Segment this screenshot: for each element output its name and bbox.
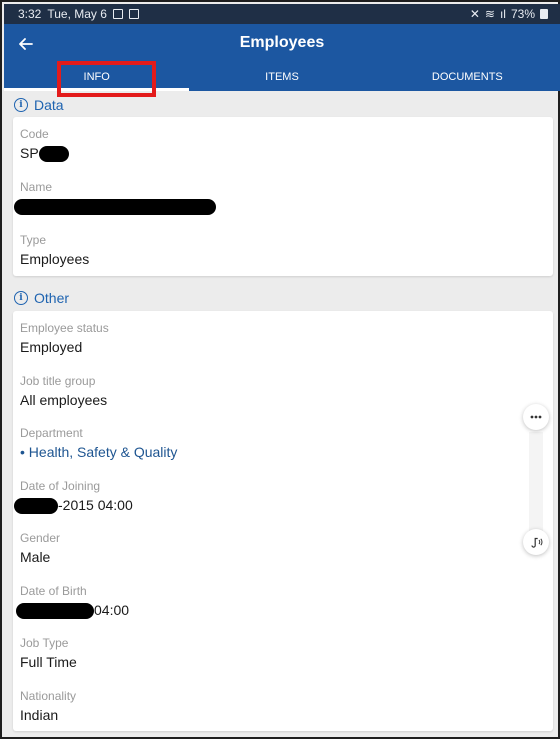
- data-card: Code SP Name Type Employees: [13, 117, 553, 276]
- field-value-job-type: Full Time: [20, 654, 77, 670]
- other-card: Employee status Employed Job title group…: [13, 311, 553, 731]
- signal-icon: ıl: [499, 7, 506, 21]
- more-options-button[interactable]: [523, 404, 549, 430]
- field-date-of-joining: Date of Joining -2015 04:00: [14, 479, 133, 515]
- field-value-name: [14, 198, 216, 216]
- audio-icon: [531, 537, 543, 548]
- side-panel-handle[interactable]: [529, 432, 543, 532]
- field-nationality: Nationality Indian: [20, 689, 76, 723]
- field-label-name: Name: [20, 180, 53, 194]
- redaction-bar: [14, 498, 58, 515]
- field-gender: Gender Male: [20, 531, 60, 565]
- date-of-birth-text: 04:00: [94, 602, 130, 618]
- field-date-of-birth: Date of Birth 04:00: [16, 584, 130, 620]
- status-bar: 3:32 Tue, May 6 ✕ ≋ ıl 73%: [4, 4, 560, 24]
- department-link[interactable]: • Health, Safety & Quality: [20, 444, 177, 460]
- field-value-type: Employees: [20, 251, 90, 267]
- tab-info[interactable]: INFO: [4, 64, 190, 91]
- field-value-job-title-group: All employees: [20, 392, 108, 408]
- redaction-bar: [16, 603, 94, 620]
- field-value-nationality: Indian: [20, 707, 59, 723]
- wifi-icon: ≋: [484, 7, 495, 21]
- field-label-date-of-joining: Date of Joining: [20, 479, 101, 493]
- notification-icon: [128, 9, 139, 19]
- battery-level: 73%: [510, 7, 535, 21]
- status-date: Tue, May 6: [47, 7, 107, 21]
- redaction-bar: [38, 146, 69, 163]
- section-title-data: Data: [34, 97, 64, 113]
- field-label-date-of-birth: Date of Birth: [20, 584, 87, 598]
- section-header-other[interactable]: i Other: [14, 288, 69, 308]
- field-label-job-title-group: Job title group: [20, 374, 96, 388]
- audio-button[interactable]: [523, 529, 549, 555]
- field-value-date-of-birth: 04:00: [16, 602, 130, 620]
- field-label-nationality: Nationality: [20, 689, 77, 703]
- more-dots-icon: [530, 415, 542, 419]
- date-of-joining-text: -2015 04:00: [58, 497, 133, 513]
- field-label-gender: Gender: [20, 531, 61, 545]
- tab-bar: INFO ITEMS DOCUMENTS: [4, 64, 560, 91]
- field-employee-status: Employee status Employed: [20, 321, 109, 355]
- field-code: Code SP: [20, 127, 69, 163]
- field-value-gender: Male: [20, 549, 51, 565]
- info-icon: i: [14, 291, 28, 305]
- field-value-employee-status: Employed: [20, 339, 83, 355]
- status-time: 3:32: [18, 7, 42, 21]
- app-bar: Employees: [4, 24, 560, 64]
- section-title-other: Other: [34, 290, 70, 306]
- image-icon: [112, 9, 123, 19]
- app-frame: 3:32 Tue, May 6 ✕ ≋ ıl 73% Employees INF…: [0, 0, 560, 739]
- field-job-title-group: Job title group All employees: [20, 374, 107, 408]
- field-job-type: Job Type Full Time: [20, 636, 77, 670]
- field-label-department: Department: [20, 426, 83, 440]
- page-title: Employees: [239, 34, 325, 51]
- code-text: SP: [20, 145, 39, 161]
- field-department: Department • Health, Safety & Quality: [20, 426, 177, 460]
- field-label-code: Code: [20, 127, 49, 141]
- field-type: Type Employees: [20, 233, 89, 267]
- field-value-date-of-joining: -2015 04:00: [14, 497, 133, 515]
- battery-icon: [540, 9, 548, 19]
- info-icon: i: [14, 98, 28, 112]
- mute-icon: ✕: [469, 7, 480, 21]
- field-label-job-type: Job Type: [20, 636, 69, 650]
- field-name: Name: [14, 180, 216, 216]
- tab-documents[interactable]: DOCUMENTS: [375, 64, 560, 91]
- section-header-data[interactable]: i Data: [14, 95, 64, 115]
- tab-items[interactable]: ITEMS: [189, 64, 374, 91]
- redaction-bar: [14, 199, 216, 216]
- field-value-code: SP: [20, 145, 69, 163]
- field-label-employee-status: Employee status: [20, 321, 109, 335]
- field-label-type: Type: [20, 233, 47, 247]
